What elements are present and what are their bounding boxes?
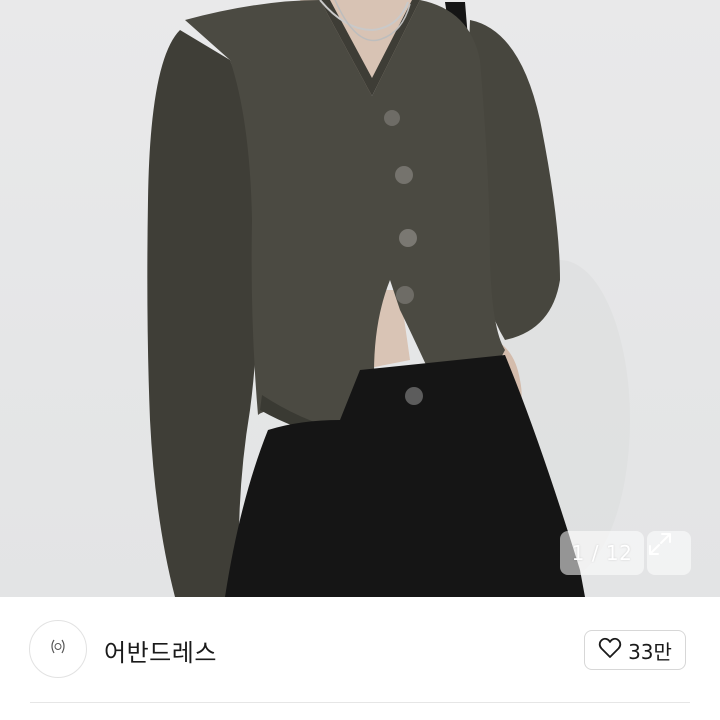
- product-photo-illustration: [147, 0, 630, 597]
- like-count: 33만: [628, 639, 672, 664]
- heart-outline-icon: [598, 637, 622, 664]
- seller-avatar[interactable]: [29, 620, 87, 678]
- laurel-wreath-logo-icon: [48, 638, 68, 660]
- image-page-counter: 1 / 12: [560, 531, 644, 575]
- divider: [30, 702, 690, 703]
- seller-row: 어반드레스 33만: [0, 597, 720, 705]
- product-image[interactable]: 1 / 12: [0, 0, 720, 597]
- page-counter-text: 1 / 12: [571, 541, 633, 565]
- seller-name[interactable]: 어반드레스: [104, 633, 217, 668]
- like-button[interactable]: 33만: [584, 630, 686, 670]
- expand-image-button[interactable]: [647, 531, 691, 575]
